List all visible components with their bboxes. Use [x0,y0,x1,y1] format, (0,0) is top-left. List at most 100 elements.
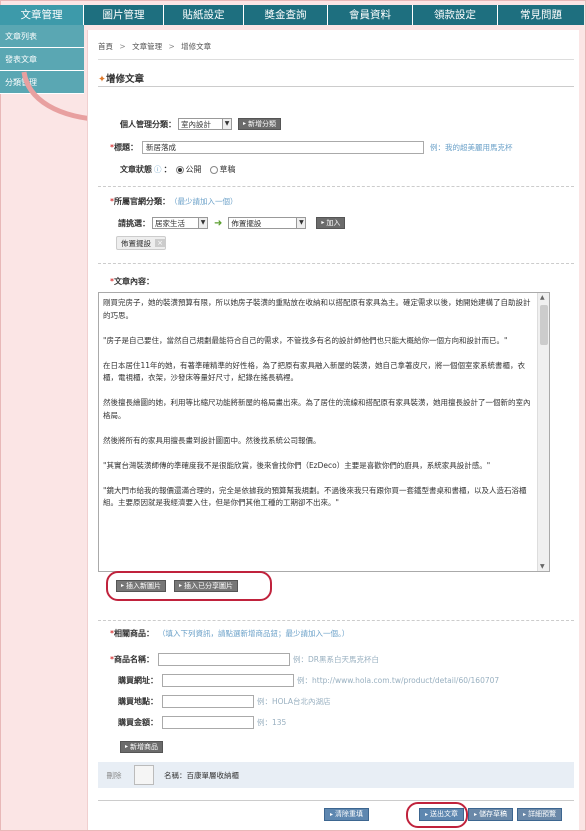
help-icon[interactable]: ⓘ [154,164,162,175]
arrow-right-icon: ➜ [214,217,223,229]
tab-payout[interactable]: 領款設定 [413,5,498,25]
title-row: * 標題： 新居落成 例：我的超美麗用馬克杯 [110,141,513,154]
paragraph: "房子是自己要住，當然自己規劃最能符合自己的需求，不管找多有名的設計師他們也只能… [103,335,508,345]
editor-scrollbar[interactable]: ▲ ▼ [537,293,549,571]
radio-draft[interactable] [209,165,218,174]
close-icon[interactable]: × [155,239,165,247]
title-input[interactable]: 新居落成 [142,141,424,154]
status-row: 文章狀態 ⓘ： 公開 草稿 [120,164,236,175]
tag-label: 佈置擺設 [121,238,151,248]
product-place-input[interactable] [162,695,254,708]
related-products-hint: （填入下列資訊，請點選新增商品鈕；最少請加入一個。） [158,629,350,638]
tab-member[interactable]: 會員資料 [328,5,413,25]
triangle-icon: ▸ [474,811,478,818]
product-place-row: 購買地點： 例：HOLA台北內湖店 [118,695,331,708]
page-title: ✦增修文章 [98,74,144,85]
content-editor[interactable]: 剛買完房子，她的裝潢預算有限，所以她房子裝潢的重點放在收納和以搭配原有家具為主。… [98,292,550,572]
paragraph: 然後將所有的家具用擅長畫到設計圖面中。然後找系統公司報價。 [103,435,321,445]
title-label: 標題： [114,143,138,152]
official-category-header: * 所屬官網分類： （最少請加入一個） [110,197,238,206]
tab-faq[interactable]: 常見問題 [498,5,584,25]
tab-stickers[interactable]: 貼紙設定 [164,5,244,25]
content-label: 文章內容： [114,277,154,286]
save-draft-button[interactable]: ▸ 儲存草稿 [468,808,514,821]
breadcrumb-current: 增修文章 [181,42,212,51]
product-url-hint: 例：http://www.hola.com.tw/product/detail/… [297,676,500,685]
main-panel: 首頁 > 文章管理 > 增修文章 ✦增修文章 個人管理分類： 室內設計 ▼ ▸ 新增… [87,30,579,830]
product-url-input[interactable] [162,674,294,687]
tab-bonus[interactable]: 獎金查詢 [244,5,328,25]
product-place-label: 購買地點： [118,697,158,706]
scroll-up-icon[interactable]: ▲ [540,294,545,301]
product-item-name: 名稱：百康單層收納櫃 [164,770,239,780]
breadcrumb-home[interactable]: 首頁 [98,42,113,51]
select-label: 請挑選： [118,218,150,228]
title-hint: 例：我的超美麗用馬克杯 [430,143,513,152]
product-url-label: 購買網址： [118,676,158,685]
triangle-icon: ▸ [125,743,129,750]
paragraph: 然後擅長繪圖的她，利用等比縮尺功能將新屋的格局畫出來。為了居住的流線和搭配原有家… [103,398,531,420]
radio-public[interactable] [175,165,184,174]
scroll-thumb[interactable] [540,305,548,345]
paragraph: "鏡大門市給我的報價還滿合理的，完全是依據我的預算幫我規劃。不過後來我只有跟你買… [103,485,527,508]
paragraph: "其實台灣裝潢師傳的準確度我不是很能欣賞，後來會找你們（EzDeco）主要是喜歡… [103,460,491,470]
triangle-icon: ▸ [121,582,125,589]
breadcrumb: 首頁 > 文章管理 > 增修文章 [98,42,212,51]
product-name-label: 商品名稱： [114,655,154,664]
product-url-row: 購買網址： 例：http://www.hola.com.tw/product/d… [118,674,499,687]
triangle-icon: ▸ [179,582,183,589]
breadcrumb-articles[interactable]: 文章管理 [132,42,162,51]
add-product-row: ▸ 新增商品 [120,741,164,753]
product-place-hint: 例：HOLA台北內湖店 [257,697,331,706]
related-products-label: 相關商品： [114,629,154,638]
side-item-publish[interactable]: 發表文章 [0,48,84,71]
product-price-label: 購買金額： [118,718,158,727]
add-official-category-button[interactable]: ▸ 加入 [316,217,346,229]
triangle-icon: ▸ [243,120,247,127]
official-category-first-select[interactable]: 居家生活 ▼ [152,217,208,229]
product-price-row: 購買金額： 例：135 [118,716,286,729]
add-category-button[interactable]: ▸ 新增分類 [238,118,282,130]
triangle-icon: ▸ [321,219,325,226]
reset-button[interactable]: ▸ 清除重填 [324,808,370,821]
product-name-hint: 例：DR黑系白天馬克杯白 [293,655,379,664]
tab-images[interactable]: 圖片管理 [84,5,164,25]
official-category-tag: 佈置擺設 × [116,236,166,250]
insert-new-image-button[interactable]: ▸ 插入新圖片 [116,580,167,592]
category-label: 個人管理分類： [120,119,176,129]
product-thumbnail [134,765,154,785]
chevron-down-icon: ▼ [222,119,231,129]
delete-product-button[interactable]: 刪除 [104,770,124,781]
triangle-icon: ▸ [425,811,429,818]
top-nav: 文章管理 圖片管理 貼紙設定 獎金查詢 會員資料 領款設定 常見問題 [0,5,584,25]
tab-articles[interactable]: 文章管理 [0,5,84,25]
product-name-input[interactable] [158,653,290,666]
product-price-hint: 例：135 [257,718,287,727]
image-buttons-row: ▸ 插入新圖片 ▸ 插入已分享圖片 [116,580,239,592]
insert-shared-image-button[interactable]: ▸ 插入已分享圖片 [174,580,239,592]
chevron-down-icon: ▼ [198,218,207,228]
preview-button[interactable]: ▸ 詳細預覽 [517,808,563,821]
radio-public-label: 公開 [185,165,202,174]
product-name-row: * 商品名稱： 例：DR黑系白天馬克杯白 [110,653,379,666]
status-label: 文章狀態 [120,165,152,174]
content-header: * 文章內容： [110,277,154,286]
related-products-header: * 相關商品： （填入下列資訊，請點選新增商品鈕；最少請加入一個。） [110,629,350,638]
category-select[interactable]: 室內設計 ▼ [178,118,232,130]
submit-article-button[interactable]: ▸ 送出文章 [419,808,465,821]
footer-buttons: ▸ 清除重填 ▸ 送出文章 ▸ 儲存草稿 ▸ 詳細預覽 [324,808,563,821]
triangle-icon: ▸ [330,811,334,818]
chevron-down-icon: ▼ [296,218,306,228]
paragraph: 在日本居住11年的她，有著準確精準的好性格，為了把原有家具融入新屋的裝潢，她自己… [103,360,526,383]
official-category-select-row: 請挑選： 居家生活 ▼ ➜ 佈置擺設 ▼ ▸ 加入 [118,217,346,229]
official-category-label: 所屬官網分類： [114,197,170,206]
editor-content: 剛買完房子，她的裝潢預算有限，所以她房子裝潢的重點放在收納和以搭配原有家具為主。… [103,297,535,522]
scroll-down-icon[interactable]: ▼ [540,563,545,570]
official-category-second-select[interactable]: 佈置擺設 ▼ [228,217,307,229]
triangle-icon: ▸ [523,811,527,818]
product-price-input[interactable] [162,716,254,729]
add-product-button[interactable]: ▸ 新增商品 [120,741,164,753]
category-row: 個人管理分類： 室內設計 ▼ ▸ 新增分類 [120,118,282,130]
side-item-article-list[interactable]: 文章列表 [0,25,84,48]
official-category-hint: （最少請加入一個） [170,197,238,206]
